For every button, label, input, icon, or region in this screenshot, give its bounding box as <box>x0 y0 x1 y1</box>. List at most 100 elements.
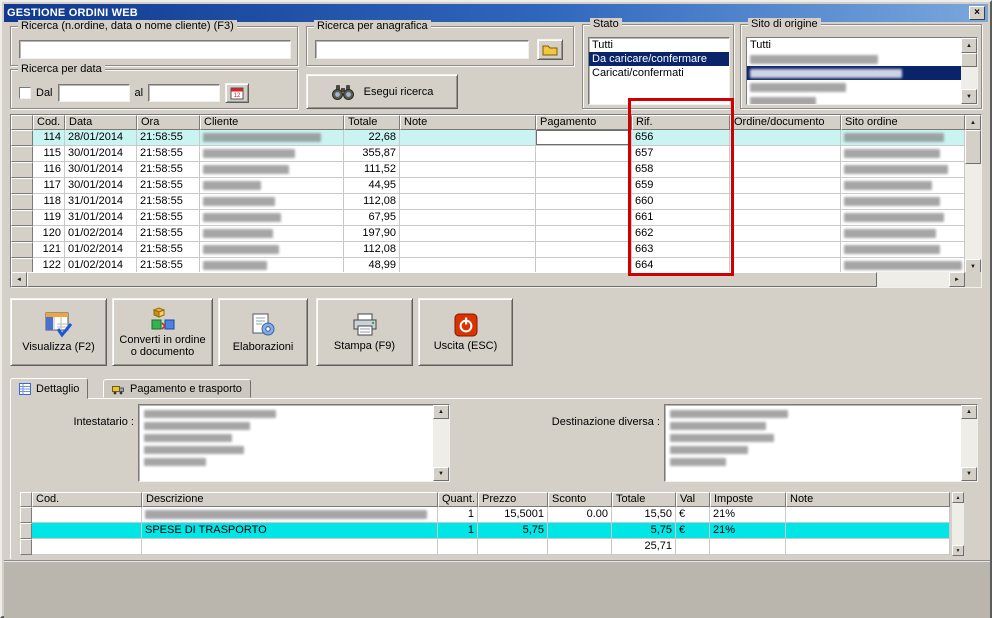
table-row[interactable]: 114 28/01/2014 21:58:55 22,68 656 <box>11 130 965 146</box>
search-order-group: Ricerca (n.ordine, data o nome cliente) … <box>10 20 298 66</box>
row-selector[interactable] <box>11 242 33 258</box>
cell-cliente <box>200 178 344 194</box>
scroll-up-icon[interactable]: ▲ <box>961 405 977 419</box>
column-header-ordine[interactable]: Ordine/documento <box>730 115 841 130</box>
browse-anagrafica-button[interactable] <box>537 39 563 60</box>
column-header-data[interactable]: Data <box>65 115 137 130</box>
scroll-up-icon[interactable]: ▲ <box>961 38 977 53</box>
stato-option-caricati[interactable]: Caricati/confermati <box>589 66 729 80</box>
table-row[interactable]: 121 01/02/2014 21:58:55 112,08 663 <box>11 242 965 258</box>
cell-cod: 117 <box>33 178 65 194</box>
sito-option-redacted[interactable] <box>747 52 961 66</box>
column-header-imposte[interactable]: Imposte <box>710 492 786 507</box>
column-header-cod[interactable]: Cod. <box>32 492 142 507</box>
sito-option-redacted[interactable] <box>747 94 961 104</box>
cell-totale: 67,95 <box>344 210 400 226</box>
scroll-down-icon[interactable]: ▼ <box>961 89 977 104</box>
sito-option-redacted-selected[interactable] <box>747 66 961 80</box>
scrollbar-thumb[interactable] <box>27 272 877 287</box>
tab-pagamento-trasporto[interactable]: Pagamento e trasporto <box>103 379 251 398</box>
sito-option-tutti[interactable]: Tutti <box>747 38 961 52</box>
cell-sito-ordine <box>841 210 965 226</box>
date-from-input[interactable] <box>57 84 130 102</box>
detail-grid-header: Cod. Descrizione Quant. Prezzo Sconto To… <box>20 492 950 507</box>
scroll-down-icon[interactable]: ▼ <box>961 467 977 481</box>
column-header-totale[interactable]: Totale <box>344 115 400 130</box>
scroll-down-icon[interactable]: ▼ <box>952 545 964 556</box>
close-button[interactable]: × <box>969 6 985 20</box>
destinazione-scrollbar[interactable]: ▲ ▼ <box>961 405 977 481</box>
column-header-sito[interactable]: Sito ordine <box>841 115 965 130</box>
elaborazioni-button[interactable]: Elaborazioni <box>218 298 308 366</box>
column-header-rif[interactable]: Rif. <box>632 115 730 130</box>
search-order-input[interactable] <box>19 40 291 59</box>
scroll-left-icon[interactable]: ◄ <box>11 272 27 287</box>
intestatario-scrollbar[interactable]: ▲ ▼ <box>433 405 449 481</box>
scroll-down-icon[interactable]: ▼ <box>433 467 449 481</box>
row-selector[interactable] <box>11 130 33 146</box>
row-selector[interactable] <box>11 146 33 162</box>
scroll-up-icon[interactable]: ▲ <box>952 492 964 503</box>
date-to-input[interactable] <box>148 84 221 102</box>
column-header-note[interactable]: Note <box>786 492 950 507</box>
table-row[interactable]: 115 30/01/2014 21:58:55 355,87 657 <box>11 146 965 162</box>
stato-option-da-caricare[interactable]: Da caricare/confermare <box>589 52 729 66</box>
row-selector[interactable] <box>11 194 33 210</box>
sito-scrollbar[interactable]: ▲ ▼ <box>961 38 977 104</box>
row-selector[interactable] <box>20 523 32 539</box>
stato-option-tutti[interactable]: Tutti <box>589 38 729 52</box>
table-row[interactable]: 119 31/01/2014 21:58:55 67,95 661 <box>11 210 965 226</box>
column-header-prezzo[interactable]: Prezzo <box>478 492 548 507</box>
column-header-descrizione[interactable]: Descrizione <box>142 492 438 507</box>
cell-grand-total: 25,71 <box>612 539 676 555</box>
scroll-up-icon[interactable]: ▲ <box>965 115 981 130</box>
detail-row[interactable]: 1 15,5001 0.00 15,50 € 21% <box>20 507 950 523</box>
scroll-up-icon[interactable]: ▲ <box>433 405 449 419</box>
row-selector[interactable] <box>11 210 33 226</box>
cell-val: € <box>676 523 710 539</box>
column-header-cod[interactable]: Cod. <box>33 115 65 130</box>
column-header-ora[interactable]: Ora <box>137 115 200 130</box>
row-selector[interactable] <box>11 226 33 242</box>
row-selector[interactable] <box>20 507 32 523</box>
column-header-note[interactable]: Note <box>400 115 536 130</box>
column-header-quant[interactable]: Quant. <box>438 492 478 507</box>
grid-horizontal-scrollbar[interactable]: ◄ ► <box>11 272 965 287</box>
destinazione-textbox[interactable]: ▲ ▼ <box>664 404 978 482</box>
column-header-cliente[interactable]: Cliente <box>200 115 344 130</box>
dal-checkbox[interactable] <box>19 87 31 99</box>
table-row[interactable]: 116 30/01/2014 21:58:55 111,52 658 <box>11 162 965 178</box>
calendar-button[interactable]: 12 <box>225 83 250 103</box>
column-header-val[interactable]: Val <box>676 492 710 507</box>
visualizza-button[interactable]: Visualizza (F2) <box>10 298 107 366</box>
detail-row[interactable]: SPESE DI TRASPORTO 1 5,75 5,75 € 21% <box>20 523 950 539</box>
destinazione-label: Destinazione diversa : <box>551 416 660 428</box>
table-row[interactable]: 117 30/01/2014 21:58:55 44,95 659 <box>11 178 965 194</box>
cell-totale: 355,87 <box>344 146 400 162</box>
column-header-totale[interactable]: Totale <box>612 492 676 507</box>
cell-cliente <box>200 242 344 258</box>
search-anagrafica-input[interactable] <box>315 40 529 59</box>
row-selector[interactable] <box>11 178 33 194</box>
intestatario-textbox[interactable]: ▲ ▼ <box>138 404 450 482</box>
esegui-ricerca-button[interactable]: Esegui ricerca <box>306 74 458 109</box>
scrollbar-thumb[interactable] <box>965 130 981 164</box>
column-header-sconto[interactable]: Sconto <box>548 492 612 507</box>
dettaglio-icon <box>19 382 31 395</box>
cell-sito-ordine <box>841 194 965 210</box>
stampa-button[interactable]: Stampa (F9) <box>316 298 413 366</box>
column-header-pagamento[interactable]: Pagamento <box>536 115 632 130</box>
scrollbar-thumb[interactable] <box>961 53 977 67</box>
trasporto-icon <box>112 383 125 395</box>
table-row[interactable]: 118 31/01/2014 21:58:55 112,08 660 <box>11 194 965 210</box>
detail-grid-scrollbar[interactable]: ▲ ▼ <box>952 492 964 556</box>
scroll-right-icon[interactable]: ► <box>949 272 965 287</box>
converti-button[interactable]: Converti in ordine o documento <box>112 298 213 366</box>
tab-dettaglio[interactable]: Dettaglio <box>10 378 89 399</box>
row-selector[interactable] <box>11 162 33 178</box>
uscita-button[interactable]: Uscita (ESC) <box>418 298 513 366</box>
pagamento-editor[interactable] <box>536 130 631 145</box>
grid-vertical-scrollbar[interactable]: ▲ ▼ <box>965 115 981 274</box>
sito-option-redacted[interactable] <box>747 80 961 94</box>
table-row[interactable]: 120 01/02/2014 21:58:55 197,90 662 <box>11 226 965 242</box>
